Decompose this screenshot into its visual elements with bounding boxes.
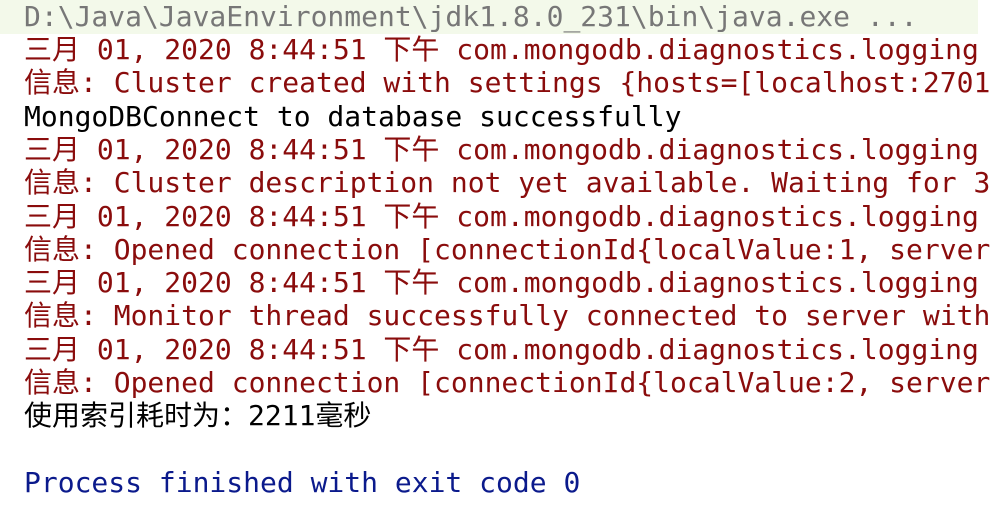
log-line-timestamp: 三月 01, 2020 8:44:51 下午 com.mongodb.diagn… [24, 333, 979, 366]
log-line-info: 信息: Cluster created with settings {hosts… [24, 66, 991, 99]
log-line-info: 信息: Cluster description not yet availabl… [24, 166, 991, 199]
log-line-info: 信息: Opened connection [connectionId{loca… [24, 233, 991, 266]
stdout-line: 使用索引耗时为：2211毫秒 [24, 399, 372, 432]
log-line-timestamp: 三月 01, 2020 8:44:51 下午 com.mongodb.diagn… [24, 33, 979, 66]
process-exit-message: Process finished with exit code 0 [24, 466, 581, 499]
command-line[interactable]: D:\Java\JavaEnvironment\jdk1.8.0_231\bin… [0, 0, 978, 34]
log-line-info: 信息: Monitor thread successfully connecte… [24, 299, 991, 332]
log-line-timestamp: 三月 01, 2020 8:44:51 下午 com.mongodb.diagn… [24, 133, 979, 166]
run-console-output[interactable]: D:\Java\JavaEnvironment\jdk1.8.0_231\bin… [0, 0, 992, 529]
stdout-line: MongoDBConnect to database successfully [24, 100, 682, 133]
log-line-timestamp: 三月 01, 2020 8:44:51 下午 com.mongodb.diagn… [24, 200, 979, 233]
log-line-info: 信息: Opened connection [connectionId{loca… [24, 366, 991, 399]
log-line-timestamp: 三月 01, 2020 8:44:51 下午 com.mongodb.diagn… [24, 266, 979, 299]
